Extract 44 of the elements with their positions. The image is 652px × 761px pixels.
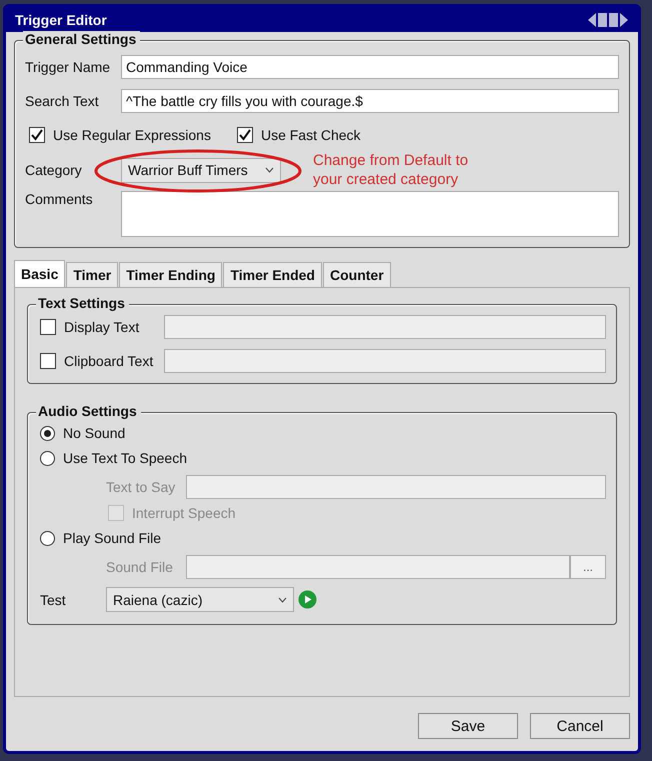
chevron-down-icon <box>265 167 274 173</box>
text-field[interactable]: ^The battle cry fills you with courage.$ <box>121 89 619 113</box>
radio-label: Play Sound File <box>63 530 162 546</box>
field-label: Text to Say <box>106 479 176 495</box>
field-label: Trigger Name <box>25 59 112 75</box>
checkbox[interactable] <box>236 127 253 143</box>
text-field[interactable]: Commanding Voice <box>121 55 619 79</box>
field-label: Comments <box>25 191 94 207</box>
voice-dropdown[interactable]: Raiena (cazic) <box>106 587 294 612</box>
checkbox-label: Use Fast Check <box>260 127 361 143</box>
tab[interactable]: Timer <box>66 262 118 287</box>
checkbox-label: Interrupt Speech <box>132 505 236 521</box>
tab[interactable]: Timer Ending <box>119 262 222 287</box>
checkbox-label: Clipboard Text <box>64 353 154 369</box>
play-icon[interactable] <box>298 590 317 609</box>
radio-button[interactable] <box>40 530 55 546</box>
dialog-button[interactable]: Save <box>418 713 518 739</box>
field-label: Sound File <box>106 559 174 575</box>
group-title: Text Settings <box>36 295 129 311</box>
group-title: General Settings <box>23 31 140 47</box>
group-title: Audio Settings <box>36 403 141 419</box>
checkbox-label: Use Regular Expressions <box>53 127 211 143</box>
tab[interactable]: Counter <box>322 262 391 287</box>
comments-field[interactable] <box>121 191 619 237</box>
annotation-note: Change from Default to your created category <box>313 151 468 189</box>
dialog-button[interactable]: Cancel <box>530 713 630 739</box>
window-title: Trigger Editor <box>15 12 107 28</box>
category-dropdown[interactable]: Warrior Buff Timers <box>121 158 281 182</box>
radio-label: Use Text To Speech <box>63 450 188 466</box>
field-label: Search Text <box>25 93 100 109</box>
checkbox[interactable] <box>40 319 56 335</box>
field-label: Test <box>40 592 67 608</box>
checkmark-icon <box>30 128 44 142</box>
checkbox[interactable] <box>29 127 45 143</box>
chevron-down-icon <box>278 596 287 602</box>
tab[interactable]: Basic <box>14 260 66 287</box>
checkmark-icon <box>238 128 252 142</box>
field-label: Category <box>25 162 83 178</box>
checkbox-label: Display Text <box>64 319 140 335</box>
radio-button[interactable] <box>40 450 55 466</box>
checkbox[interactable] <box>40 353 56 369</box>
radio-label: No Sound <box>63 425 126 441</box>
radio-button[interactable] <box>40 426 55 440</box>
tab[interactable]: Timer Ended <box>223 262 322 287</box>
